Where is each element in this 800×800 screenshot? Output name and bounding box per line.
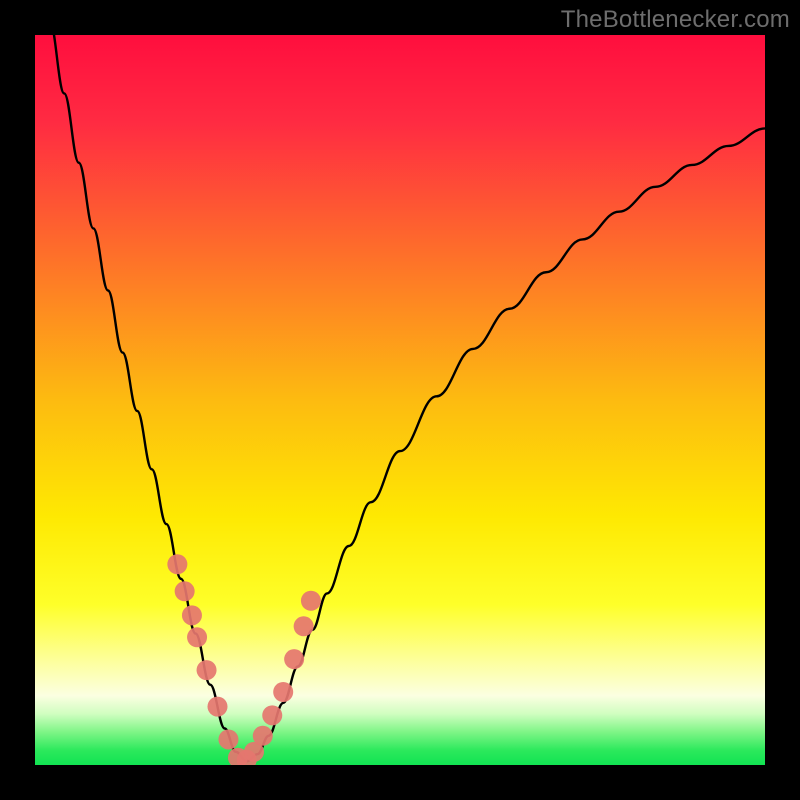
- marker-dot: [218, 729, 238, 749]
- marker-dot: [301, 591, 321, 611]
- marker-dot: [182, 605, 202, 625]
- marker-dot: [262, 705, 282, 725]
- marker-dot: [273, 682, 293, 702]
- chart-plot-area: [35, 35, 765, 765]
- marker-dot: [294, 616, 314, 636]
- marker-dot: [208, 697, 228, 717]
- watermark-text: TheBottlenecker.com: [561, 6, 790, 34]
- marker-dot: [167, 554, 187, 574]
- outer-frame: TheBottlenecker.com: [0, 0, 800, 800]
- gradient-background: [35, 35, 765, 765]
- marker-dot: [187, 627, 207, 647]
- chart-svg: [35, 35, 765, 765]
- marker-dot: [253, 726, 273, 746]
- marker-dot: [197, 660, 217, 680]
- marker-dot: [175, 581, 195, 601]
- marker-dot: [284, 649, 304, 669]
